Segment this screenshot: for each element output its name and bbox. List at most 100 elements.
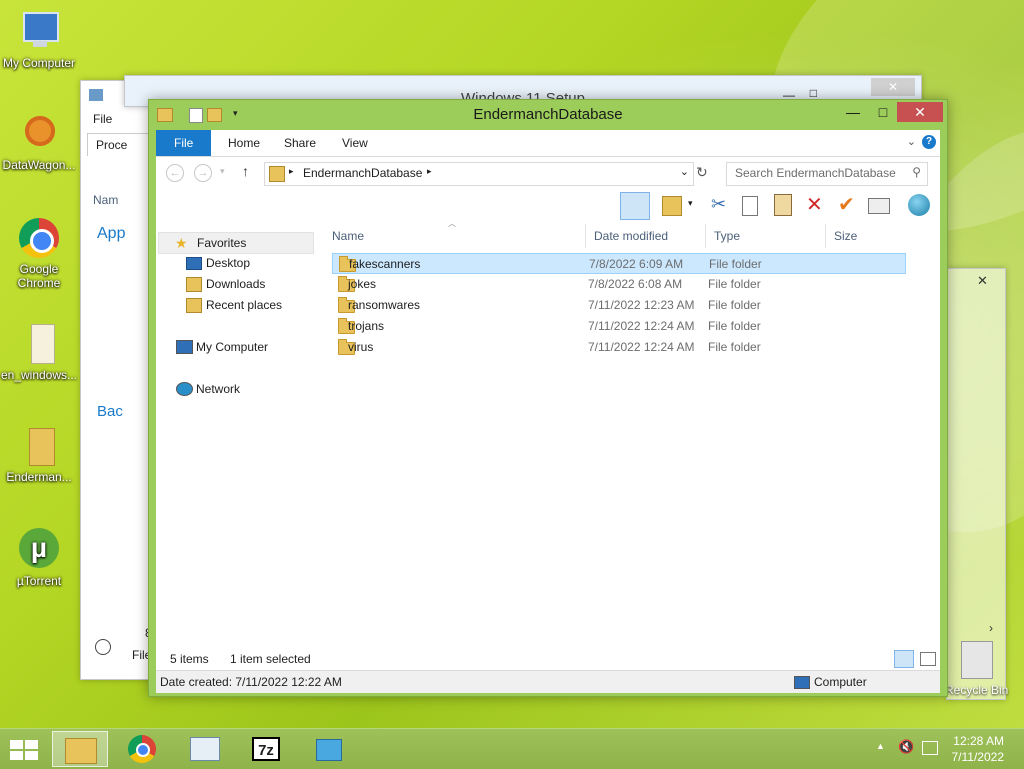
chevron-right-icon[interactable]: › [989, 621, 993, 635]
close-icon[interactable]: ✕ [977, 273, 988, 289]
datawagon-icon [17, 112, 61, 156]
help-icon[interactable]: ? [922, 135, 936, 149]
windows-logo-icon [10, 740, 38, 760]
cut-icon[interactable]: ✂ [711, 194, 726, 215]
desktop-icon-utorrent[interactable]: µ µTorrent [0, 528, 78, 588]
tab-share[interactable]: Share [270, 130, 330, 156]
background-window-right[interactable]: ✕ › Recycle Bin [945, 268, 1008, 700]
date-created: Date created: 7/11/2022 12:22 AM [160, 675, 342, 689]
downloads-icon [186, 277, 202, 292]
tab-file[interactable]: File [156, 130, 212, 156]
file-name: jokes [348, 277, 377, 291]
taskbar-7zip[interactable]: 7z [238, 731, 294, 767]
back-button[interactable]: ← [166, 164, 184, 182]
desktop-icon-label: My Computer [2, 56, 76, 70]
delete-icon[interactable]: ✕ [806, 192, 823, 217]
taskbar-file-explorer[interactable] [52, 731, 108, 767]
command-toolbar: ▾ ✂ ✕ ✔ [156, 190, 940, 224]
desktop-icon-label: DataWagon... [2, 158, 76, 172]
desktop-icon-en-windows[interactable]: en_windows... [0, 322, 78, 382]
desktop-icon-datawagon[interactable]: DataWagon... [0, 112, 78, 172]
desktop-icon-my-computer[interactable]: My Computer [0, 10, 78, 70]
desktop-icon-google-chrome[interactable]: Google Chrome [0, 216, 78, 290]
file-date: 7/11/2022 12:24 AM [588, 319, 695, 333]
file-row[interactable]: jokes 7/8/2022 6:08 AM File folder [332, 274, 906, 295]
file-type: File folder [709, 257, 762, 271]
fewer-details-icon[interactable] [95, 639, 111, 655]
clock-date: 7/11/2022 [951, 750, 1005, 764]
taskbar: 7z ▲ 🔇 12:28 AM 7/11/2022 [0, 728, 1024, 769]
nav-favorites-label: Favorites [197, 236, 247, 250]
column-header-size[interactable]: Size [826, 224, 906, 248]
iso-file-icon [17, 322, 61, 366]
start-button[interactable] [0, 731, 48, 767]
dropdown-icon[interactable]: ▾ [688, 198, 693, 209]
close-button[interactable]: ✕ [897, 102, 943, 122]
explorer-titlebar[interactable]: ▾ EndermanchDatabase — □ ✕ [149, 100, 947, 130]
up-button[interactable]: ↑ [242, 163, 249, 179]
section-background: Bac [97, 403, 123, 420]
explorer-window[interactable]: ▾ EndermanchDatabase — □ ✕ File Home Sha… [148, 99, 948, 697]
folder-options-icon[interactable] [662, 196, 682, 216]
breadcrumb-item[interactable]: EndermanchDatabase [303, 166, 422, 180]
volume-muted-icon[interactable]: 🔇 [898, 739, 914, 755]
column-name[interactable]: Nam [93, 193, 118, 207]
file-type: File folder [708, 319, 761, 333]
tab-processes[interactable]: Proce [87, 133, 157, 156]
rename-icon[interactable]: ✔ [838, 192, 855, 217]
network-tray-icon[interactable] [922, 741, 938, 755]
search-input[interactable]: Search EndermanchDatabase [735, 166, 896, 180]
clock-time: 12:28 AM [953, 734, 1004, 748]
chrome-icon [17, 216, 61, 260]
details-view-button[interactable] [894, 650, 914, 668]
nav-computer-label: My Computer [196, 340, 269, 354]
address-bar[interactable]: ▸ EndermanchDatabase ▸ ⌄ [264, 162, 694, 186]
forward-button[interactable]: → [194, 164, 212, 182]
expand-ribbon-icon[interactable]: ⌄ [907, 135, 916, 148]
file-row[interactable]: ransomwares 7/11/2022 12:23 AM File fold… [332, 295, 906, 316]
setup-maximize-button[interactable]: □ [810, 86, 817, 100]
column-header-name[interactable]: Name [324, 224, 586, 248]
details-pane: Date created: 7/11/2022 12:22 AM Compute… [156, 670, 940, 693]
menu-file[interactable]: File [93, 112, 112, 126]
taskbar-setup[interactable] [300, 731, 356, 767]
nav-favorites[interactable]: ★ Favorites [158, 232, 314, 254]
paste-icon[interactable] [774, 194, 792, 216]
status-bar: 5 items 1 item selected [156, 648, 940, 670]
window-title: EndermanchDatabase [473, 106, 623, 123]
show-hidden-icons-button[interactable]: ▲ [876, 741, 885, 751]
refresh-button[interactable]: ↻ [696, 164, 708, 181]
tab-home[interactable]: Home [214, 130, 274, 156]
address-dropdown-icon[interactable]: ⌄ [680, 165, 689, 178]
desktop-icon-enderman[interactable]: Enderman... [0, 424, 78, 484]
globe-icon[interactable] [908, 194, 930, 216]
setup-close-button[interactable]: ✕ [871, 78, 915, 96]
task-manager-icon [89, 89, 103, 101]
selection-count: 1 item selected [230, 652, 311, 666]
breadcrumb-separator-icon: ▸ [289, 166, 294, 176]
large-icons-view-button[interactable] [920, 652, 936, 666]
navigation-pane: ★ Favorites Desktop Downloads Recent pla… [156, 224, 324, 648]
maximize-button[interactable]: □ [869, 102, 897, 122]
column-header-type[interactable]: Type [706, 224, 826, 248]
layout-pane-button[interactable] [620, 192, 650, 220]
file-row[interactable]: virus 7/11/2022 12:24 AM File folder [332, 337, 906, 358]
desktop-icon-label: µTorrent [16, 574, 62, 588]
recent-locations-icon[interactable]: ▾ [220, 166, 225, 177]
taskbar-chrome[interactable] [114, 731, 170, 767]
task-manager-footer: File [126, 646, 151, 666]
file-row[interactable]: fakescanners 7/8/2022 6:09 AM File folde… [332, 253, 906, 274]
properties-icon[interactable] [868, 198, 890, 214]
file-row[interactable]: trojans 7/11/2022 12:24 AM File folder [332, 316, 906, 337]
column-header-date[interactable]: Date modified [586, 224, 706, 248]
minimize-button[interactable]: — [839, 102, 867, 122]
search-box[interactable]: Search EndermanchDatabase ⚲ [726, 162, 928, 186]
recycle-bin-icon[interactable] [961, 641, 993, 679]
clock[interactable]: 12:28 AM 7/11/2022 [952, 733, 1005, 765]
file-date: 7/11/2022 12:23 AM [588, 298, 695, 312]
breadcrumb-separator-icon[interactable]: ▸ [427, 166, 432, 177]
tab-view[interactable]: View [328, 130, 382, 156]
file-type: File folder [708, 277, 761, 291]
taskbar-task-manager[interactable] [176, 731, 232, 767]
copy-icon[interactable] [742, 196, 758, 216]
